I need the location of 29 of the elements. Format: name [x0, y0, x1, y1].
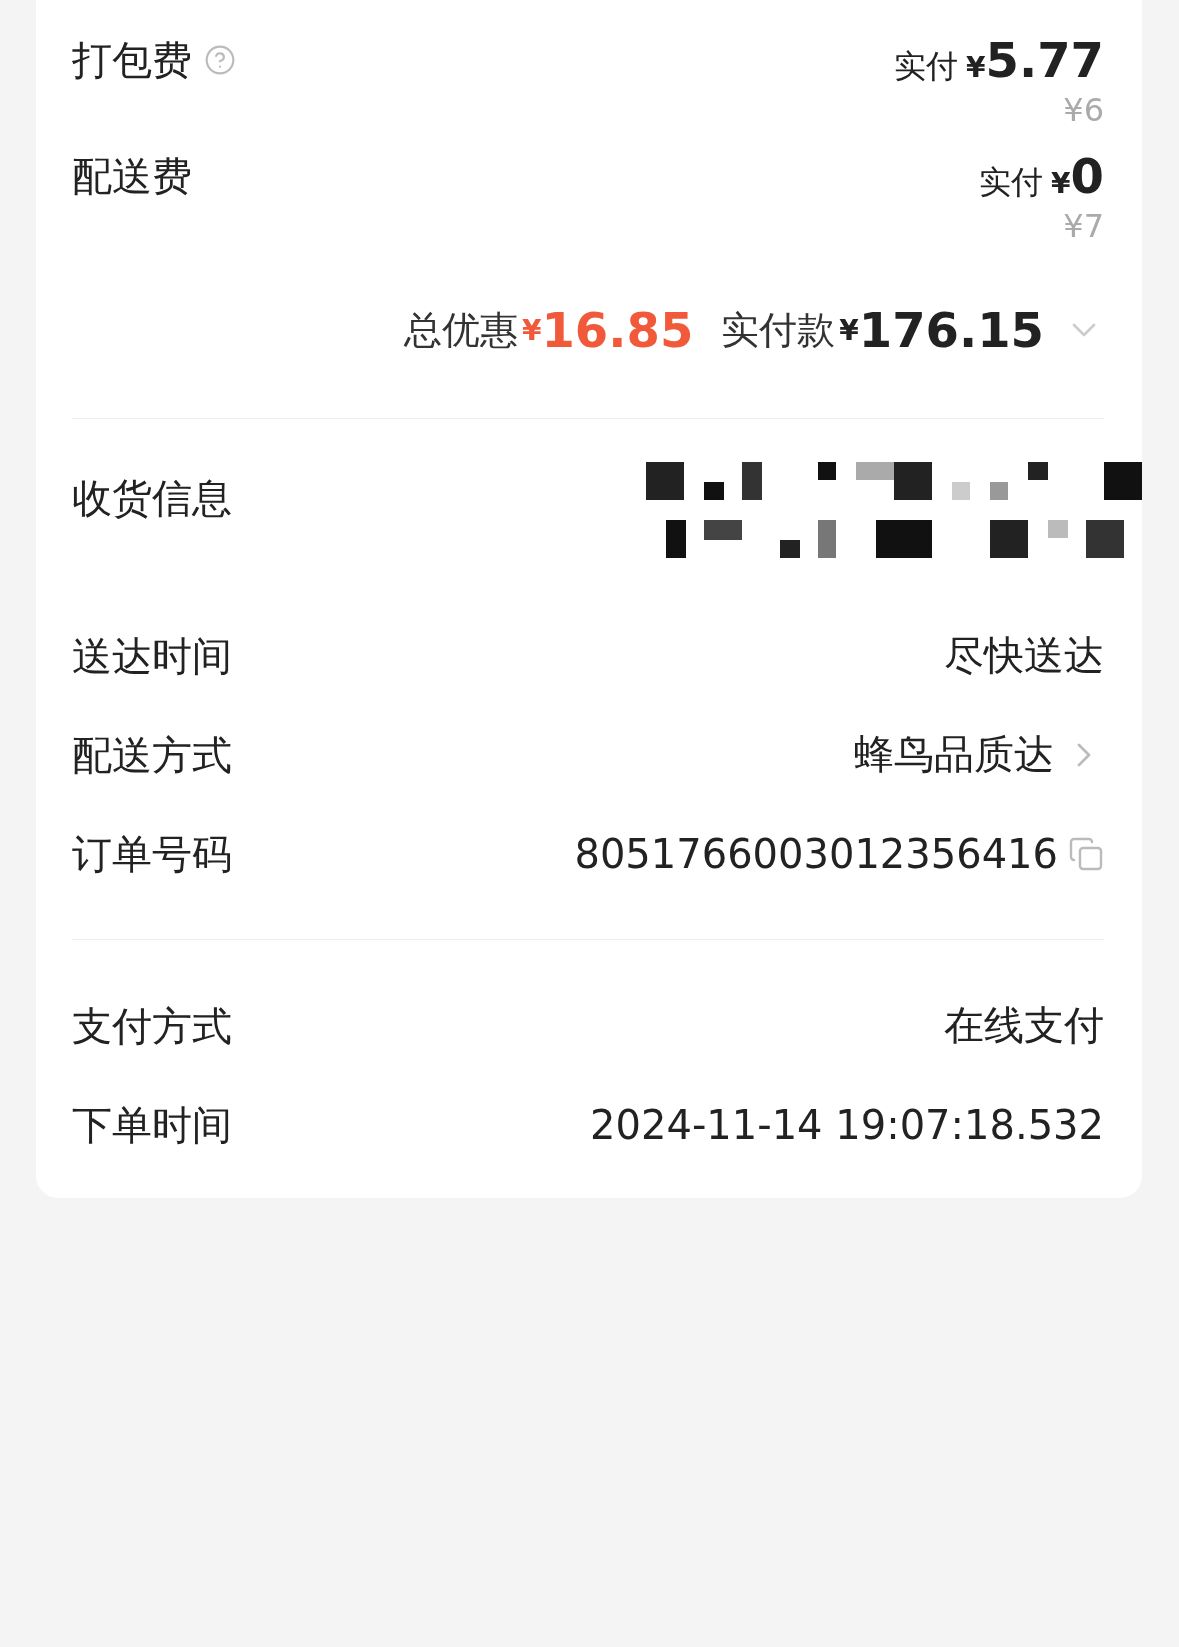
- info-value: 2024-11-14 19:07:18.532: [590, 1101, 1104, 1148]
- original-price: ¥7: [1063, 208, 1104, 244]
- fee-label: 打包费: [72, 36, 192, 85]
- discount-amount: 16.85: [541, 302, 694, 358]
- fee-label: 配送费: [72, 152, 192, 201]
- paid-label: 实付: [979, 162, 1044, 203]
- info-label: 送达时间: [72, 631, 232, 681]
- paid-label: 实付: [894, 46, 959, 87]
- info-label: 支付方式: [72, 1001, 232, 1051]
- paid-amount: 0: [1070, 147, 1104, 206]
- total-amount: 176.15: [858, 302, 1044, 358]
- currency-sign: ¥: [839, 313, 859, 347]
- delivery-method-link[interactable]: 蜂鸟品质达: [854, 727, 1054, 782]
- currency-sign: ¥: [1051, 166, 1071, 202]
- order-number: 8051766003012356416: [574, 830, 1058, 877]
- currency-sign: ¥: [966, 50, 986, 86]
- help-icon[interactable]: [204, 44, 236, 76]
- copy-icon[interactable]: [1068, 835, 1104, 872]
- info-label: 配送方式: [72, 730, 232, 780]
- info-label: 收货信息: [72, 474, 232, 523]
- original-price: ¥6: [1063, 92, 1104, 128]
- currency-sign: ¥: [521, 313, 542, 347]
- info-value: 尽快送达: [944, 631, 1104, 680]
- info-label: 下单时间: [72, 1100, 232, 1150]
- discount-label: 总优惠: [403, 306, 518, 354]
- total-label: 实付款: [721, 306, 836, 354]
- paid-amount: 5.77: [985, 31, 1104, 90]
- info-value: 在线支付: [944, 1001, 1104, 1050]
- info-label: 订单号码: [72, 829, 232, 879]
